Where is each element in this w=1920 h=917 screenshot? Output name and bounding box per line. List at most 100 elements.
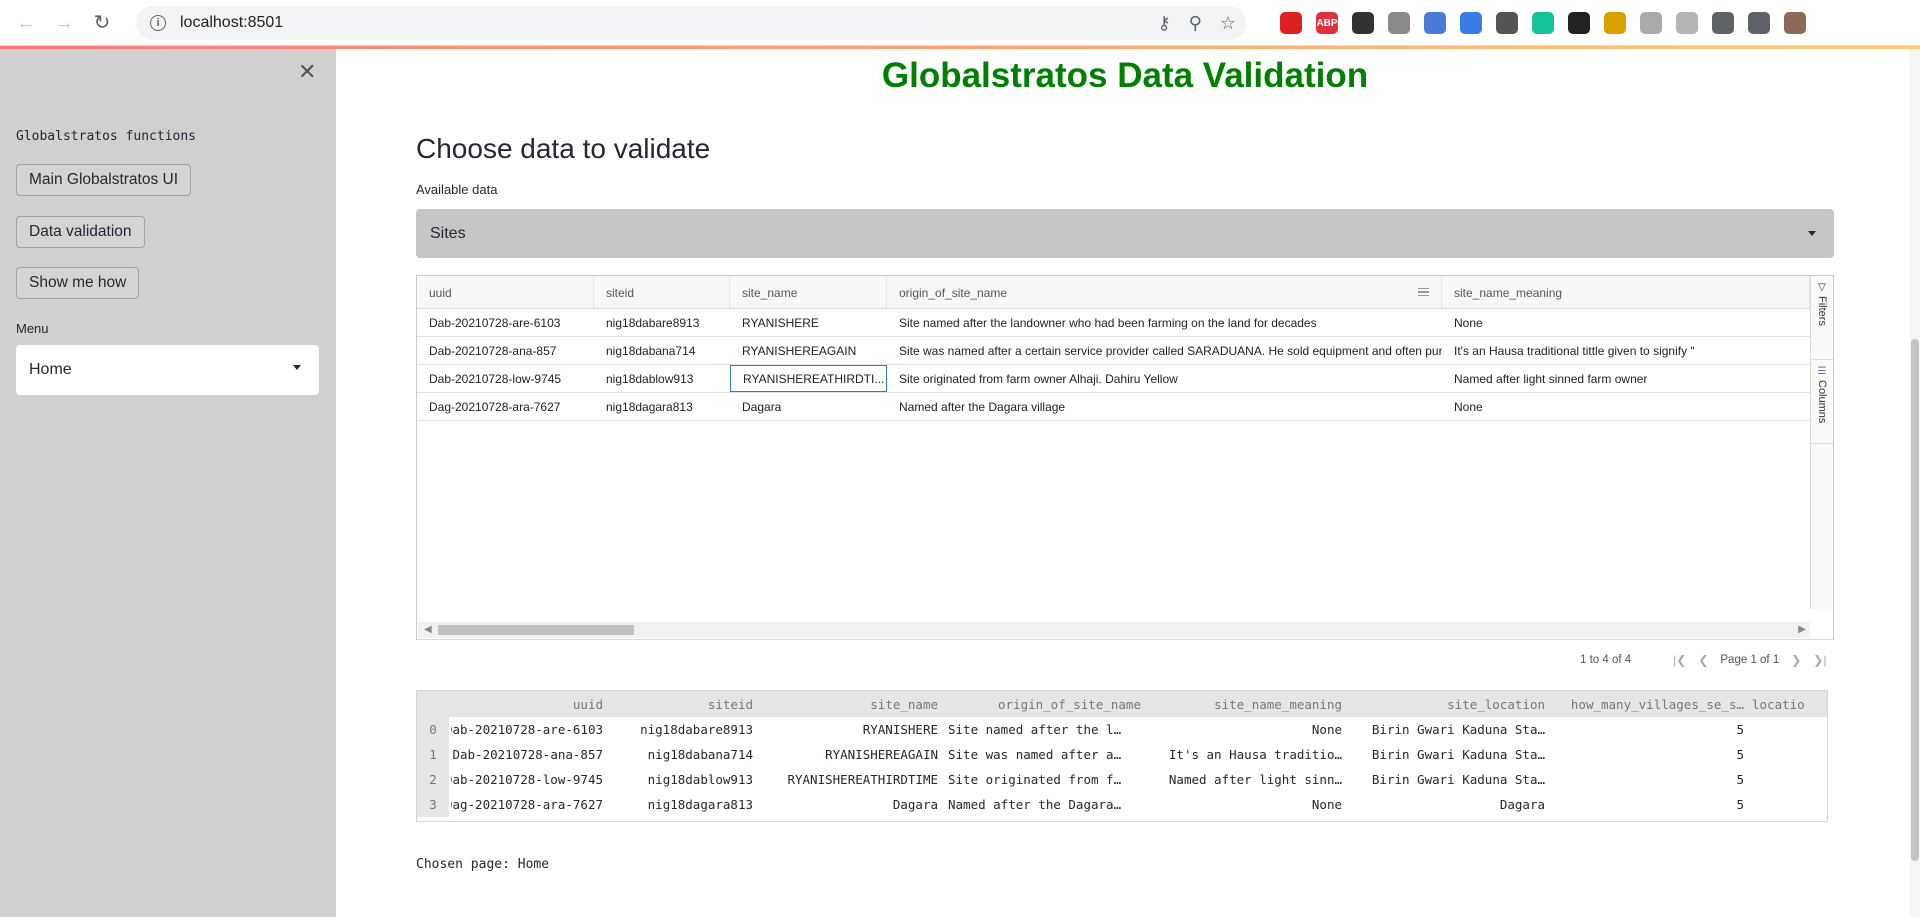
grid-cell[interactable]: Site was named after a certain service p… (887, 337, 1442, 364)
grid-row[interactable]: Dab-20210728-ana-857 nig18dabana714 RYANIS… (417, 337, 1810, 365)
scrollbar-thumb[interactable] (438, 625, 634, 635)
grid-cell[interactable]: nig18dagara813 (594, 393, 730, 420)
zoom-icon[interactable]: ⚲ (1189, 13, 1202, 34)
dataframe-cell: RYANISHEREATHIRDTIME (787, 772, 938, 787)
grid-header: uuid siteid site_name origin_of_site_name si… (417, 276, 1810, 309)
grid-cell[interactable]: RYANISHERE (730, 309, 887, 336)
last-page-icon[interactable]: ❯| (1813, 653, 1826, 667)
dataframe-cell: RYANISHEREAGAIN (825, 747, 938, 762)
grid-column-header[interactable]: site_name_meaning (1442, 276, 1810, 308)
dataframe-column-header[interactable]: how_many_villages_se_s… (1554, 691, 1744, 717)
grid-cell[interactable]: RYANISHEREAGAIN (730, 337, 887, 364)
grid-column-header[interactable]: site_name (730, 276, 887, 308)
dataframe-column-header[interactable]: origin_of_site_name (948, 691, 1141, 717)
dataframe-cell: Birin Gwari Kaduna Sta… (1371, 772, 1545, 787)
grammarly-icon[interactable] (1532, 12, 1554, 34)
filters-tab[interactable]: ▽ Filters (1811, 276, 1833, 360)
scroll-left-icon[interactable]: ◀ (424, 624, 432, 635)
grid-cell[interactable]: Dagara (730, 393, 887, 420)
columns-tab[interactable]: ☰ Columns (1811, 360, 1833, 444)
grid-pagination: 1 to 4 of 4 |❮ ❮ Page 1 of 1 ❯ ❯| (1580, 653, 1826, 667)
next-page-icon[interactable]: ❯ (1791, 653, 1801, 667)
page-scrollbar[interactable] (1910, 49, 1920, 917)
dataframe-column-header[interactable]: site_location (1350, 691, 1545, 717)
data-validation-button[interactable]: Data validation (16, 216, 145, 248)
dataframe-column-header[interactable]: siteid (613, 691, 753, 717)
close-sidebar-icon[interactable]: ✕ (298, 61, 316, 83)
dataframe-header: uuid siteid site_name origin_of_site_name si… (417, 691, 1827, 717)
grid-cell[interactable]: Site named after the landowner who had b… (887, 309, 1442, 336)
grid-cell[interactable]: Site originated from farm owner Alhaji. … (887, 365, 1442, 392)
grid-cell[interactable]: None (1442, 309, 1810, 336)
grid-cell[interactable]: Dab-20210728-are-6103 (417, 309, 594, 336)
bookmark-star-icon[interactable]: ☆ (1220, 13, 1236, 34)
dataframe-cell: Birin Gwari Kaduna Sta… (1371, 722, 1545, 737)
dataframe-cell: nig18dabare8913 (640, 722, 753, 737)
grid-cell[interactable]: nig18dabare8913 (594, 309, 730, 336)
page-scrollbar-thumb[interactable] (1911, 339, 1919, 861)
grid-cell[interactable]: None (1442, 393, 1810, 420)
dataframe-column-header[interactable]: site_name_meaning (1148, 691, 1342, 717)
grid-cell[interactable]: Dag-20210728-ara-7627 (417, 393, 594, 420)
grid-cell[interactable]: It's an Hausa traditional tittle given t… (1442, 337, 1810, 364)
menu-select[interactable]: Home (16, 345, 319, 395)
extension-a-icon[interactable] (1640, 12, 1662, 34)
opera-extension-icon[interactable] (1280, 12, 1302, 34)
grid-row[interactable]: Dag-20210728-ara-7627 nig18dagara813 Dagar… (417, 393, 1810, 421)
grid-cell[interactable]: Named after light sinned farm owner (1442, 365, 1810, 392)
eyedropper-icon[interactable] (1496, 12, 1518, 34)
dataframe-column-header[interactable]: locatio (1752, 691, 1827, 717)
extension-b-icon[interactable] (1676, 12, 1698, 34)
save-disk-icon[interactable] (1424, 12, 1446, 34)
grid-cell[interactable]: nig18dabana714 (594, 337, 730, 364)
grid-row[interactable]: Dab-20210728-are-6103 nig18dabare8913 RYAN… (417, 309, 1810, 337)
dataframe-table[interactable]: uuid siteid site_name origin_of_site_name si… (416, 690, 1828, 822)
key-icon[interactable]: ⚷ (1157, 13, 1170, 34)
scroll-right-icon[interactable]: ▶ (1798, 624, 1806, 635)
grid-horizontal-scrollbar[interactable]: ◀ ▶ (418, 622, 1810, 638)
grid-column-header[interactable]: uuid (417, 276, 594, 308)
grid-row[interactable]: Dab-20210728-low-9745 nig18dablow913 RYANI… (417, 365, 1810, 393)
dataframe-cell: Site named after the l… (948, 722, 1122, 737)
show-me-how-button[interactable]: Show me how (16, 267, 140, 299)
first-page-icon[interactable]: |❮ (1673, 653, 1686, 667)
forward-arrow-icon[interactable]: → (52, 11, 76, 35)
puzzle-extensions-icon[interactable] (1712, 12, 1734, 34)
back-arrow-icon[interactable]: ← (14, 11, 38, 35)
dataframe-cell: None (1311, 797, 1342, 812)
grid-cell[interactable]: Named after the Dagara village (887, 393, 1442, 420)
dataframe-row-index: 3 (417, 792, 449, 817)
reading-list-icon[interactable] (1748, 12, 1770, 34)
grid-column-header[interactable]: origin_of_site_name (887, 276, 1442, 308)
grid-cell[interactable]: Dab-20210728-ana-857 (417, 337, 594, 364)
picture-in-picture-icon[interactable] (1352, 12, 1374, 34)
pencil-icon[interactable] (1604, 12, 1626, 34)
grid-cell[interactable]: Dab-20210728-low-9745 (417, 365, 594, 392)
camera-icon[interactable] (1388, 12, 1410, 34)
grid-column-header[interactable]: siteid (594, 276, 730, 308)
dataframe-row-index: 0 (417, 717, 449, 742)
translate-icon[interactable] (1460, 12, 1482, 34)
reload-icon[interactable]: ↻ (90, 11, 114, 35)
dataframe-index-header (417, 691, 449, 717)
column-menu-icon[interactable] (1418, 288, 1429, 296)
grid-column-label: site_name (742, 285, 798, 300)
grid-cell[interactable]: nig18dablow913 (594, 365, 730, 392)
adblock-icon[interactable]: ABP (1316, 12, 1338, 34)
previous-page-icon[interactable]: ❮ (1698, 653, 1708, 667)
profile-avatar-icon[interactable] (1784, 12, 1806, 34)
paging-summary: 1 to 4 of 4 (1580, 654, 1632, 666)
site-info-icon[interactable]: i (150, 15, 166, 31)
grid-cell[interactable]: RYANISHEREATHIRDTI... (730, 365, 887, 392)
dataframe-cell: Site originated from f… (948, 772, 1122, 787)
dataframe-column-header[interactable]: site_name (762, 691, 938, 717)
main-ui-button[interactable]: Main Globalstratos UI (16, 164, 192, 196)
sync-icon[interactable] (1568, 12, 1590, 34)
address-bar[interactable]: i localhost:8501 ⚷ ⚲ ☆ (136, 6, 1246, 40)
chosen-page-text: Chosen page: Home (416, 857, 550, 872)
dataframe-column-header[interactable]: uuid (451, 691, 603, 717)
dataframe-cell: Dag-20210728-ara-7627 (451, 797, 603, 812)
dataframe-cell: None (1311, 722, 1342, 737)
available-data-select[interactable]: Sites (416, 209, 1834, 258)
dataframe-cell: Dagara (892, 797, 938, 812)
